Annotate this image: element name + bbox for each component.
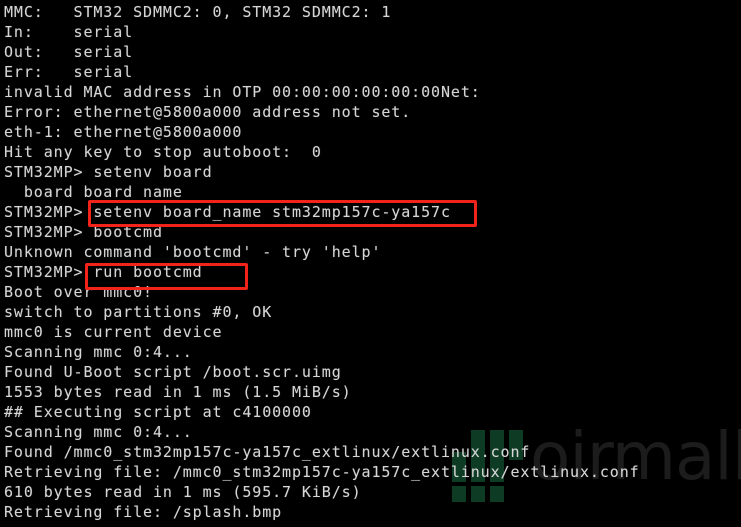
console-line: Retrieving file: /splash.bmp	[4, 503, 283, 521]
console-line: 1553 bytes read in 1 ms (1.5 MiB/s)	[4, 383, 352, 401]
console-line: MMC: STM32 SDMMC2: 0, STM32 SDMMC2: 1	[4, 3, 392, 21]
console-line: invalid MAC address in OTP 00:00:00:00:0…	[4, 83, 481, 101]
console-line: Err: serial	[4, 63, 134, 81]
console-line: Boot over mmc0!	[4, 283, 153, 301]
console-line-command: STM32MP> setenv board	[4, 163, 213, 181]
console-line: 610 bytes read in 1 ms (595.7 KiB/s)	[4, 483, 362, 501]
console-line: Out: serial	[4, 43, 134, 61]
console-line: Retrieving file: /mmc0_stm32mp157c-ya157…	[4, 463, 640, 481]
console-line: Scanning mmc 0:4...	[4, 343, 193, 361]
console-line-command: STM32MP> bootcmd	[4, 223, 163, 241]
console-line: mmc0 is current device	[4, 323, 223, 341]
console-line: Hit any key to stop autoboot: 0	[4, 143, 322, 161]
console-line: Found /mmc0_stm32mp157c-ya157c_extlinux/…	[4, 443, 531, 461]
console-output[interactable]: MMC: STM32 SDMMC2: 0, STM32 SDMMC2: 1 In…	[0, 0, 741, 527]
console-line: switch to partitions #0, OK	[4, 303, 273, 321]
console-line: board board name	[4, 183, 183, 201]
console-line: ## Executing script at c4100000	[4, 403, 312, 421]
console-line: eth-1: ethernet@5800a000	[4, 123, 243, 141]
console-line: Unknown command 'bootcmd' - try 'help'	[4, 243, 382, 261]
console-line-command: STM32MP> run bootcmd	[4, 263, 203, 281]
console-line: Error: ethernet@5800a000 address not set…	[4, 103, 412, 121]
terminal-window[interactable]: oirmall MMC: STM32 SDMMC2: 0, STM32 SDMM…	[0, 0, 741, 527]
console-line-command: STM32MP> setenv board_name stm32mp157c-y…	[4, 203, 451, 221]
console-line: In: serial	[4, 23, 134, 41]
console-line: Found U-Boot script /boot.scr.uimg	[4, 363, 342, 381]
console-line: Scanning mmc 0:4...	[4, 423, 193, 441]
